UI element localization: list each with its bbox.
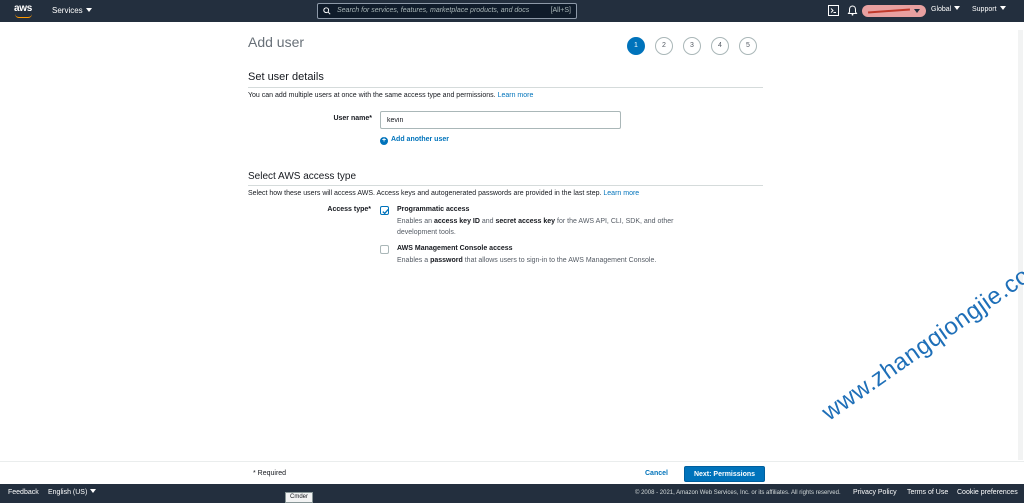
chevron-down-icon (914, 9, 920, 13)
support-label: Support (972, 6, 997, 13)
access-type-label: Access type* (327, 206, 371, 213)
page-title: Add user (248, 34, 305, 50)
checkmark-icon (382, 208, 389, 215)
username-input[interactable] (380, 111, 621, 129)
services-menu[interactable]: Services (52, 6, 92, 15)
cookie-preferences-link[interactable]: Cookie preferences (957, 489, 1018, 496)
wizard-step-3[interactable]: 3 (683, 37, 701, 55)
privacy-policy-link[interactable]: Privacy Policy (853, 489, 897, 496)
bell-icon[interactable] (847, 5, 858, 16)
search-placeholder: Search for services, features, marketpla… (337, 7, 530, 14)
console-access-title[interactable]: AWS Management Console access (397, 245, 513, 252)
chevron-down-icon (954, 6, 961, 10)
copyright-text: © 2008 - 2021, Amazon Web Services, Inc.… (635, 490, 841, 496)
services-label: Services (52, 6, 83, 15)
region-menu[interactable]: Global (931, 6, 961, 13)
cancel-button[interactable]: Cancel (645, 470, 668, 477)
aws-logo[interactable]: aws (14, 3, 36, 19)
section-divider (248, 185, 763, 186)
access-type-description: Select how these users will access AWS. … (248, 190, 639, 197)
search-shortcut-hint: [All+S] (550, 7, 571, 14)
wizard-step-2[interactable]: 2 (655, 37, 673, 55)
feedback-link[interactable]: Feedback (8, 489, 39, 496)
support-menu[interactable]: Support (972, 6, 1006, 13)
user-details-description: You can add multiple users at once with … (248, 92, 533, 99)
programmatic-access-title[interactable]: Programmatic access (397, 206, 469, 213)
required-note: * Required (253, 470, 287, 477)
page-scrollbar[interactable] (1018, 30, 1023, 460)
learn-more-link[interactable]: Learn more (603, 190, 639, 197)
username-label: User name* (333, 115, 372, 122)
wizard-action-bar: * Required Cancel Next: Permissions (0, 461, 1024, 484)
top-navigation-bar: aws Services Search for services, featur… (0, 0, 1024, 22)
wizard-step-5[interactable]: 5 (739, 37, 757, 55)
programmatic-access-description: Enables an access key ID and secret acce… (397, 218, 674, 236)
wizard-step-1[interactable]: 1 (627, 37, 645, 55)
user-details-description-text: You can add multiple users at once with … (248, 92, 496, 99)
aws-logo-text: aws (14, 3, 33, 14)
plus-circle-icon: + (380, 137, 388, 145)
global-search-input[interactable]: Search for services, features, marketpla… (317, 3, 577, 19)
chevron-down-icon (999, 6, 1006, 10)
section-divider (248, 87, 763, 88)
section-title-user-details: Set user details (248, 71, 324, 83)
chevron-down-icon (85, 8, 92, 12)
account-menu[interactable] (862, 5, 926, 17)
console-access-checkbox[interactable] (380, 245, 389, 254)
redacted-account-name (867, 8, 911, 14)
console-access-description: Enables a password that allows users to … (397, 257, 657, 264)
site-watermark: www.zhangqiongjie.com (816, 250, 1024, 427)
search-icon (323, 7, 331, 15)
aws-logo-smile (15, 14, 32, 18)
console-footer: Feedback English (US) © 2008 - 2021, Ama… (0, 484, 1024, 503)
learn-more-link[interactable]: Learn more (498, 92, 534, 99)
cloudshell-icon[interactable] (828, 5, 839, 16)
chevron-down-icon (90, 489, 97, 493)
taskbar-tooltip: Cmder (285, 492, 313, 503)
section-title-access-type: Select AWS access type (248, 171, 357, 182)
region-label: Global (931, 6, 952, 13)
programmatic-access-checkbox[interactable] (380, 206, 389, 215)
terms-of-use-link[interactable]: Terms of Use (907, 489, 948, 496)
wizard-step-4[interactable]: 4 (711, 37, 729, 55)
add-another-user-label: Add another user (391, 136, 449, 143)
add-another-user-link[interactable]: + Add another user (380, 136, 449, 145)
next-permissions-button[interactable]: Next: Permissions (684, 466, 765, 482)
language-selector[interactable]: English (US) (48, 489, 97, 496)
access-type-description-text: Select how these users will access AWS. … (248, 190, 602, 197)
